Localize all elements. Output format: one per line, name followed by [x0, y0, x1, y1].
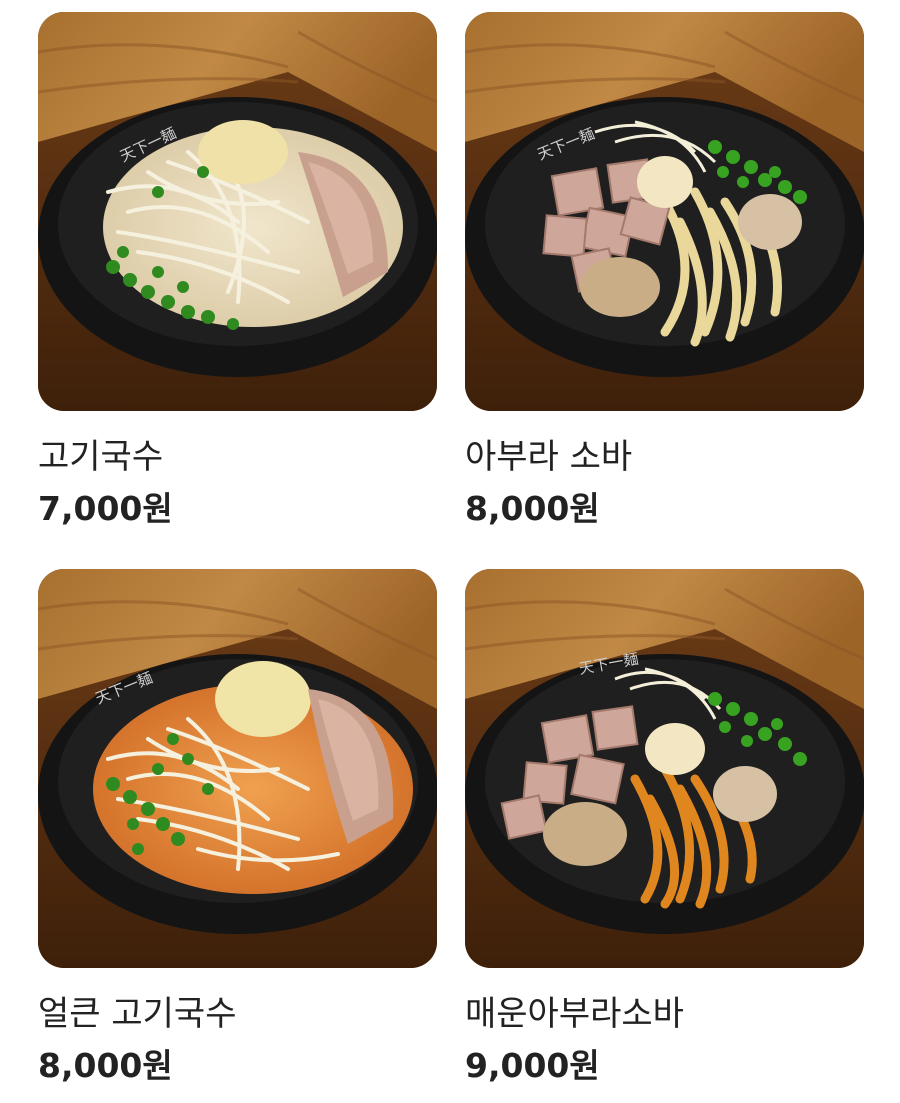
menu-item-image[interactable]: 天下一麺: [38, 12, 437, 411]
menu-item-card[interactable]: 天下一麺 고기국수 7,000원: [38, 12, 437, 529]
spicy-pork-noodle-soup-photo: 天下一麺: [38, 569, 437, 968]
menu-item-price: 8,000원: [465, 489, 600, 528]
menu-item-image[interactable]: 天下一麺: [465, 12, 864, 411]
menu-item-image[interactable]: 天下一麺: [465, 569, 864, 968]
menu-item-card[interactable]: 天下一麺 아부라 소바 8,000원: [465, 12, 864, 529]
menu-item-name: 아부라 소바: [465, 437, 633, 477]
abura-soba-photo: 天下一麺: [465, 12, 864, 411]
menu-grid: 天下一麺 고기국수 7,000원 天下一麺 아부라 소바 8,000원 天下一麺…: [38, 12, 864, 1086]
menu-item-price: 7,000원: [38, 489, 173, 528]
menu-item-price: 8,000원: [38, 1046, 173, 1085]
menu-item-name: 얼큰 고기국수: [38, 994, 237, 1034]
pork-noodle-soup-photo: 天下一麺: [38, 12, 437, 411]
menu-item-card[interactable]: 天下一麺 얼큰 고기국수 8,000원: [38, 569, 437, 1086]
menu-item-name: 고기국수: [38, 437, 164, 477]
menu-item-name: 매운아부라소바: [465, 994, 684, 1034]
spicy-abura-soba-photo: 天下一麺: [465, 569, 864, 968]
menu-item-price: 9,000원: [465, 1046, 600, 1085]
menu-item-image[interactable]: 天下一麺: [38, 569, 437, 968]
menu-item-card[interactable]: 天下一麺 매운아부라소바 9,000원: [465, 569, 864, 1086]
